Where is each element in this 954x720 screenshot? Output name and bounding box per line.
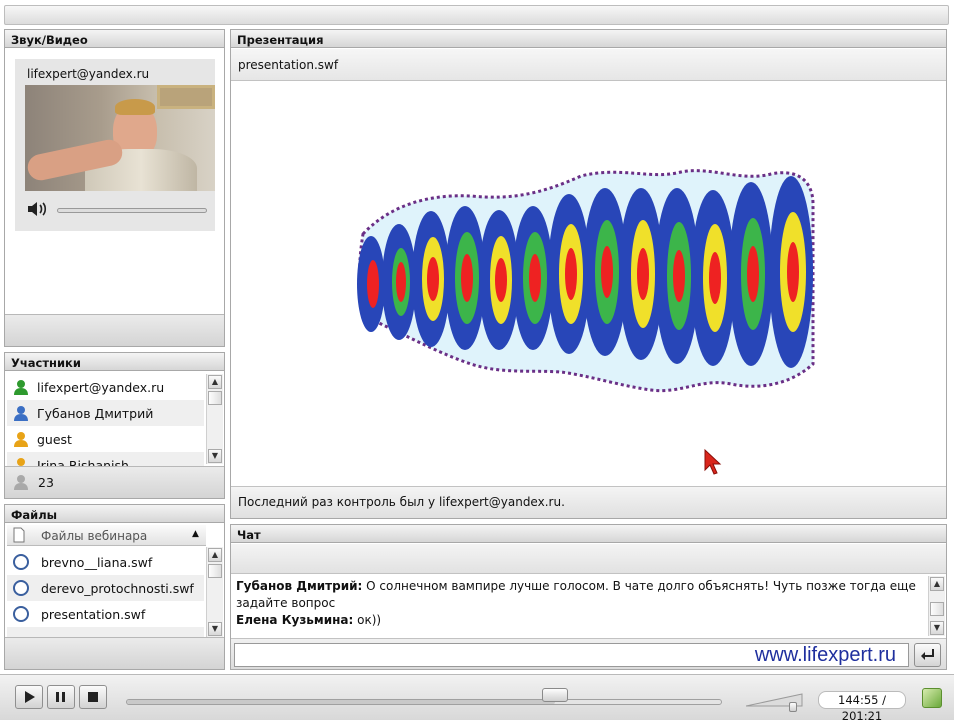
app-logo-icon[interactable] [922, 688, 942, 708]
pause-button[interactable] [47, 685, 75, 709]
pointer-cursor-icon [704, 448, 722, 475]
volume-slider[interactable] [745, 690, 806, 712]
chat-header: Чат [231, 525, 946, 543]
participants-scrollbar[interactable]: ▲ ▼ [206, 374, 223, 464]
files-column-header[interactable]: Файлы вебинара ▲ [7, 525, 206, 546]
file-icon [13, 527, 25, 543]
file-item[interactable]: presentation.swf [7, 601, 204, 627]
participants-list: lifexpert@yandex.ru Губанов Дмитрий gues… [5, 372, 224, 466]
playback-progress-fill [127, 700, 555, 704]
enter-icon[interactable] [914, 643, 941, 667]
swf-file-icon [13, 606, 29, 622]
chat-input[interactable]: www.lifexpert.ru [234, 643, 909, 667]
video-username: lifexpert@yandex.ru [27, 67, 150, 81]
slide-area[interactable] [231, 82, 946, 486]
participants-footer: 23 [5, 466, 224, 498]
swf-file-icon [13, 580, 29, 596]
chat-message: Елена Кузьмина: ок)) [236, 612, 922, 629]
scroll-thumb[interactable] [208, 564, 222, 578]
video-stream [25, 85, 215, 191]
swf-file-icon [13, 554, 29, 570]
participant-name: Irina Rishanish [37, 458, 129, 466]
files-list: brevno__liana.swf derevo_protochnosti.sw… [5, 547, 224, 637]
participant-item[interactable]: Irina Rishanish [7, 452, 204, 466]
scroll-thumb[interactable] [930, 602, 944, 616]
scroll-thumb[interactable] [208, 391, 222, 405]
file-name: derevo_protochnosti.swf [41, 581, 194, 596]
scroll-up-icon[interactable]: ▲ [208, 375, 222, 389]
chat-author: Губанов Дмитрий: [236, 579, 363, 593]
chat-author: Елена Кузьмина: [236, 613, 354, 627]
chat-messages: Губанов Дмитрий: О солнечном вампире луч… [231, 575, 946, 637]
participant-name: lifexpert@yandex.ru [37, 380, 165, 395]
chat-scrollbar[interactable]: ▲ ▼ [928, 576, 945, 636]
video-frame: lifexpert@yandex.ru [15, 59, 215, 231]
speaker-icon[interactable] [27, 201, 49, 217]
file-item-partial[interactable] [7, 627, 204, 637]
user-icon [14, 406, 28, 421]
playback-progress-thumb[interactable] [542, 688, 569, 702]
presentation-status-bar: Последний раз контроль был у lifexpert@y… [231, 486, 946, 518]
participant-name: guest [37, 432, 72, 447]
volume-thumb[interactable] [788, 702, 797, 712]
scroll-up-icon[interactable]: ▲ [208, 548, 222, 562]
audio-video-header: Звук/Видео [5, 30, 224, 48]
chat-panel: Чат Губанов Дмитрий: О солнечном вампире… [230, 524, 947, 670]
slide-image [357, 169, 815, 393]
chat-input-bar: www.lifexpert.ru [231, 638, 946, 669]
participants-header: Участники [5, 353, 224, 371]
user-icon [17, 458, 25, 466]
participant-item[interactable]: lifexpert@yandex.ru [7, 374, 204, 400]
file-item[interactable]: derevo_protochnosti.swf [7, 575, 204, 601]
participant-name: Губанов Дмитрий [37, 406, 154, 421]
video-volume-slider[interactable] [57, 208, 207, 213]
participants-panel: Участники lifexpert@yandex.ru Губанов Дм… [4, 352, 225, 499]
audio-video-panel: Звук/Видео lifexpert@yandex.ru [4, 29, 225, 347]
files-column-title: Файлы вебинара [41, 529, 148, 543]
player-bar [0, 674, 954, 720]
presentation-panel: Презентация presentation.swf Последний р… [230, 29, 947, 519]
chat-text: ок)) [353, 613, 382, 627]
chat-message: Губанов Дмитрий: О солнечном вампире луч… [236, 578, 922, 612]
play-button[interactable] [15, 685, 43, 709]
scroll-down-icon[interactable]: ▼ [208, 449, 222, 463]
files-scrollbar[interactable]: ▲ ▼ [206, 547, 223, 637]
file-name: brevno__liana.swf [41, 555, 153, 570]
presentation-status: Последний раз контроль был у lifexpert@y… [238, 495, 565, 509]
presentation-filename: presentation.swf [238, 58, 339, 72]
site-watermark: www.lifexpert.ru [754, 644, 896, 666]
files-footer [5, 637, 224, 669]
file-name: presentation.swf [41, 607, 146, 622]
user-icon [14, 432, 28, 447]
scroll-down-icon[interactable]: ▼ [208, 622, 222, 636]
stop-button[interactable] [79, 685, 107, 709]
user-icon [14, 380, 28, 395]
top-toolbar [4, 5, 949, 25]
audio-video-footer [5, 314, 224, 346]
playback-time: 144:55 / 201:21 [818, 691, 906, 720]
playback-progress-track[interactable] [126, 699, 722, 705]
file-item[interactable]: brevno__liana.swf [7, 549, 204, 575]
files-panel: Файлы Файлы вебинара ▲ brevno__liana.swf… [4, 504, 225, 670]
presentation-header: Презентация [231, 30, 946, 48]
participants-count: 23 [38, 475, 54, 490]
participant-item[interactable]: Губанов Дмитрий [7, 400, 204, 426]
sort-arrow-icon[interactable]: ▲ [192, 529, 199, 539]
chat-toolbar [231, 544, 946, 574]
scroll-up-icon[interactable]: ▲ [930, 577, 944, 591]
user-count-icon [14, 475, 28, 490]
files-header: Файлы [5, 505, 224, 523]
scroll-down-icon[interactable]: ▼ [930, 621, 944, 635]
presentation-filebar: presentation.swf [231, 49, 946, 81]
participant-item[interactable]: guest [7, 426, 204, 452]
